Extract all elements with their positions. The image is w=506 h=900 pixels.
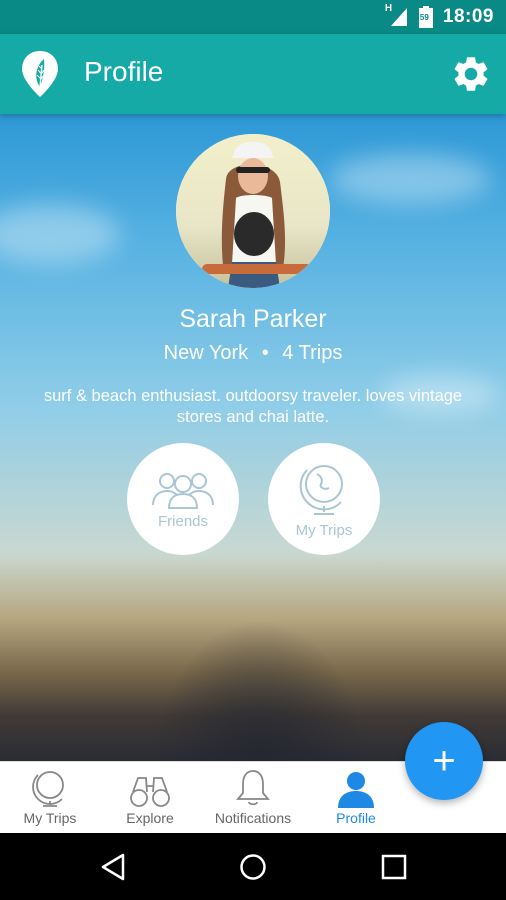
profile-trip-count: 4 Trips [282,342,343,364]
background-cloud [330,154,490,204]
globe-icon [32,771,64,807]
add-trip-fab[interactable]: + [405,722,483,800]
profile-bio: surf & beach enthusiast. outdoorsy trave… [43,387,463,426]
leaf-logo-icon[interactable] [20,49,60,99]
globe-icon [299,464,343,515]
avatar-photo [176,134,330,288]
my-trips-label: My Trips [295,521,353,539]
nav-item-notifications[interactable]: Notifications [200,762,306,834]
profile-location: New York [163,342,249,364]
clock: 18:09 [442,6,494,27]
my-trips-button[interactable]: My Trips [268,443,380,555]
separator-dot: • [261,342,269,364]
network-type: H [384,3,393,14]
recents-icon[interactable] [381,854,407,880]
gear-icon[interactable] [450,53,492,95]
profile-meta: New York • 4 Trips [0,342,506,365]
nav-item-profile[interactable]: Profile [306,762,406,834]
background-cloud [0,204,120,264]
friends-label: Friends [157,512,209,530]
avatar[interactable] [176,134,330,288]
binoculars-icon [130,777,170,807]
nav-label: Profile [336,810,376,826]
nav-label: Notifications [214,810,292,826]
battery-icon: 59 [418,6,433,28]
home-icon[interactable] [239,853,267,881]
status-bar: H 59 18:09 [0,0,506,34]
screen: H 59 18:09 Profile Sarah Parker New York… [0,0,506,900]
nav-label: My Trips [23,810,77,826]
friends-button[interactable]: Friends [127,443,239,555]
system-navigation-bar [0,833,506,900]
page-title: Profile [84,56,164,87]
battery-level: 59 [419,13,429,22]
nav-label: Explore [126,810,174,826]
bell-icon [236,770,270,806]
nav-item-my-trips[interactable]: My Trips [0,762,100,834]
profile-name: Sarah Parker [179,305,327,333]
app-bar: Profile [0,34,506,114]
person-icon [338,772,374,808]
signal-icon: H [384,3,409,28]
background-road [150,619,370,761]
plus-icon: + [432,739,456,783]
back-icon[interactable] [100,853,126,881]
group-icon [152,472,214,509]
nav-item-explore[interactable]: Explore [100,762,200,834]
